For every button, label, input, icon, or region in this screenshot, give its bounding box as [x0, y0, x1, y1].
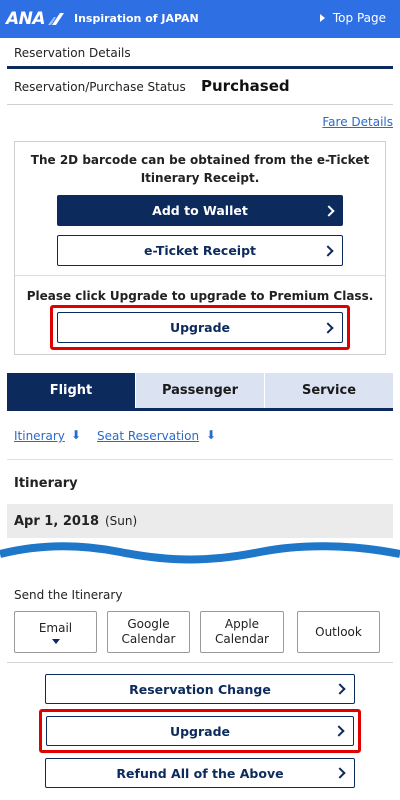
top-bar: ANA Inspiration of JAPAN Top Page [0, 0, 400, 38]
caret-down-icon [51, 638, 60, 644]
detail-tabs: Flight Passenger Service [7, 373, 393, 411]
itinerary-date-row: Apr 1, 2018 (Sun) [7, 504, 393, 538]
add-to-wallet-label: Add to Wallet [152, 203, 248, 218]
seat-reservation-anchor-link[interactable]: Seat Reservation [97, 429, 199, 443]
outlook-label: Outlook [315, 624, 362, 639]
ana-logo[interactable]: ANA [6, 8, 65, 30]
chevron-right-icon [333, 725, 345, 737]
reservation-change-label: Reservation Change [129, 681, 271, 697]
divider [7, 662, 393, 663]
tab-service[interactable]: Service [265, 373, 393, 408]
tab-label: Passenger [161, 383, 239, 398]
wavy-separator [0, 542, 400, 564]
itinerary-date: Apr 1, 2018 [14, 513, 99, 529]
chevron-right-icon [322, 244, 334, 257]
status-value: Purchased [201, 77, 290, 95]
arrow-down-icon: ⬇ [71, 428, 82, 442]
section-title: Reservation Details [14, 46, 131, 60]
logo-text: ANA [6, 9, 46, 29]
send-itinerary-heading: Send the Itinerary [14, 588, 123, 602]
refund-all-label: Refund All of the Above [116, 765, 284, 781]
chevron-right-icon [334, 767, 346, 779]
bottom-upgrade-label: Upgrade [169, 723, 231, 739]
outlook-button[interactable]: Outlook [297, 611, 380, 653]
email-option-button[interactable]: Email [14, 611, 97, 653]
barcode-note-line1: The 2D barcode can be obtained from the … [30, 153, 370, 167]
triangle-right-icon [319, 14, 325, 22]
itinerary-day-of-week: (Sun) [105, 514, 138, 528]
barcode-note-line2: Itinerary Receipt. [140, 171, 260, 185]
status-label: Reservation/Purchase Status [14, 80, 186, 94]
itinerary-anchor-link[interactable]: Itinerary [14, 429, 65, 443]
google-calendar-line1: Google [127, 617, 170, 631]
itinerary-heading: Itinerary [14, 476, 78, 491]
panel-divider [15, 275, 385, 276]
section-divider [7, 66, 393, 69]
tab-flight[interactable]: Flight [7, 373, 136, 408]
upgrade-button[interactable]: Upgrade [57, 312, 343, 343]
add-to-wallet-button[interactable]: Add to Wallet [57, 195, 343, 226]
eticket-receipt-button[interactable]: e-Ticket Receipt [57, 235, 343, 266]
top-page-link[interactable]: Top Page [319, 11, 386, 25]
apple-calendar-line2: Calendar [215, 632, 269, 646]
upgrade-note: Please click Upgrade to upgrade to Premi… [26, 289, 374, 303]
tab-passenger[interactable]: Passenger [136, 373, 265, 408]
chevron-right-icon [334, 683, 346, 695]
chevron-right-icon [323, 204, 335, 217]
arrow-down-icon: ⬇ [206, 428, 217, 442]
tab-label: Service [301, 383, 357, 398]
chevron-right-icon [322, 321, 334, 334]
divider [7, 459, 393, 460]
email-label: Email [38, 620, 73, 635]
reservation-change-button[interactable]: Reservation Change [45, 674, 355, 704]
bottom-upgrade-button[interactable]: Upgrade [46, 716, 354, 746]
apple-calendar-line1: Apple [224, 617, 260, 631]
refund-all-button[interactable]: Refund All of the Above [45, 758, 355, 788]
fare-details-link[interactable]: Fare Details [322, 115, 393, 129]
apple-calendar-button[interactable]: Apple Calendar [200, 611, 284, 653]
google-calendar-line2: Calendar [121, 632, 176, 646]
tagline: Inspiration of JAPAN [74, 12, 199, 25]
tab-label: Flight [49, 383, 93, 398]
top-page-label: Top Page [332, 11, 386, 25]
eticket-receipt-label: e-Ticket Receipt [143, 243, 257, 258]
upgrade-label: Upgrade [169, 320, 231, 335]
divider [7, 104, 393, 105]
ana-swoosh-icon [48, 13, 65, 25]
google-calendar-button[interactable]: Google Calendar [107, 611, 190, 653]
